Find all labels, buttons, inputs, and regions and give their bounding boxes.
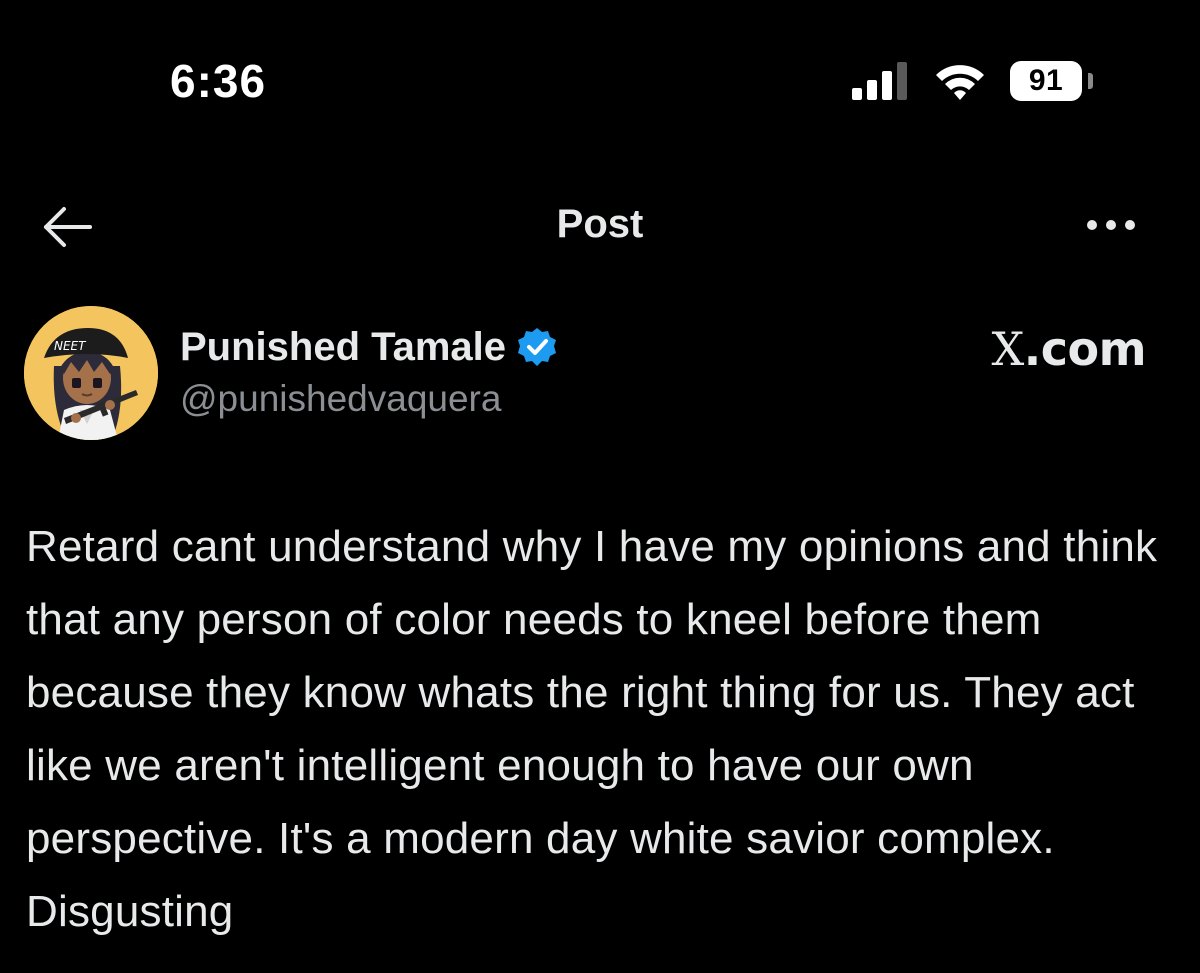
x-com-watermark: X.com: [991, 322, 1146, 376]
display-name[interactable]: Punished Tamale: [180, 325, 506, 370]
page-title: Post: [556, 202, 644, 246]
watermark-domain: .com: [1023, 322, 1147, 376]
cellular-signal-icon: [852, 62, 907, 100]
anime-character-avatar-icon: NEET: [24, 306, 158, 440]
user-handle[interactable]: @punishedvaquera: [180, 378, 501, 420]
post-header: NEET Punished Tamale @punishedvaquera X.…: [0, 300, 1200, 450]
status-bar: 6:36 91: [0, 0, 1200, 160]
display-name-row: Punished Tamale: [180, 322, 558, 372]
wifi-icon: [936, 65, 984, 100]
battery-cap: [1088, 73, 1093, 89]
status-time: 6:36: [170, 55, 267, 107]
verified-badge-icon[interactable]: [516, 326, 558, 368]
nav-bar: Post: [0, 180, 1200, 275]
post-text: Retard cant understand why I have my opi…: [26, 522, 1158, 936]
more-horizontal-icon[interactable]: [1082, 210, 1142, 240]
battery-icon: 91: [1010, 61, 1082, 101]
avatar[interactable]: NEET: [24, 306, 158, 440]
x-logo: X: [991, 322, 1024, 376]
avatar-helmet-text: NEET: [54, 339, 87, 353]
